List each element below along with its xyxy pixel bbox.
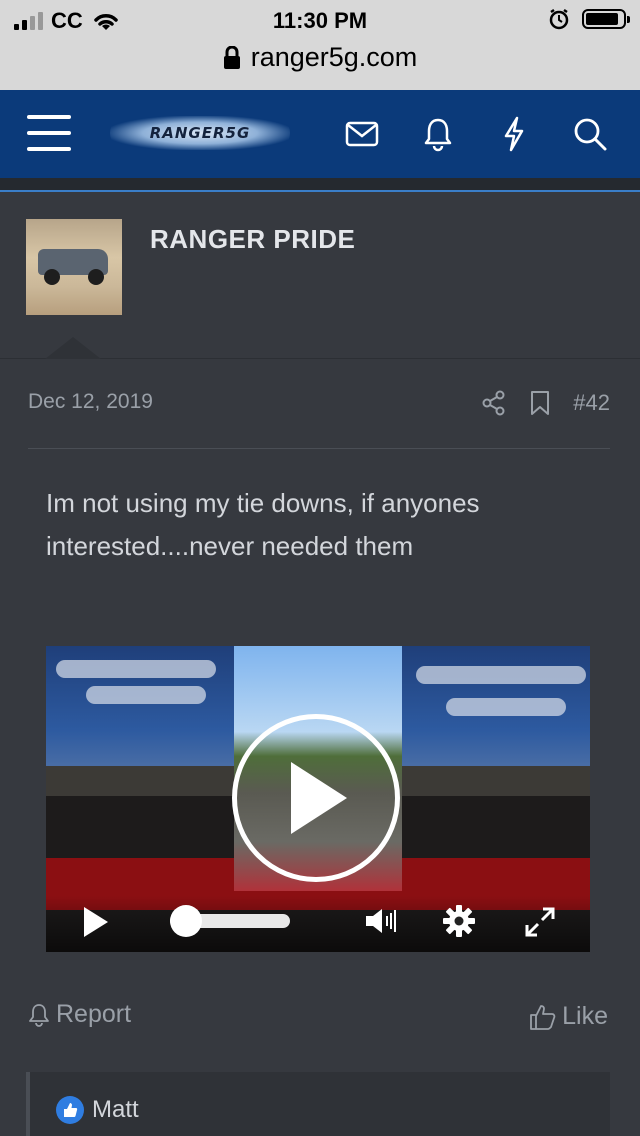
bell-icon — [29, 1003, 49, 1027]
play-button-large[interactable] — [232, 714, 400, 882]
bookmark-icon[interactable] — [529, 390, 551, 416]
settings-gear-icon[interactable] — [442, 904, 476, 938]
author-username[interactable]: RANGER PRIDE — [150, 224, 355, 255]
thumbs-up-icon — [530, 1004, 556, 1030]
post-meta: Dec 12, 2019 #42 — [28, 390, 610, 420]
report-button[interactable]: Report — [28, 1000, 131, 1029]
envelope-icon[interactable] — [342, 114, 382, 154]
lock-icon — [223, 45, 240, 69]
meta-divider — [28, 448, 610, 449]
site-logo[interactable]: RANGER5G — [110, 116, 290, 150]
like-button[interactable]: Like — [528, 1002, 608, 1031]
play-control-icon[interactable] — [82, 905, 110, 939]
bell-icon[interactable] — [418, 114, 458, 154]
report-label: Report — [56, 1000, 132, 1028]
avatar[interactable] — [26, 219, 122, 315]
play-icon — [291, 762, 347, 834]
post-number[interactable]: #42 — [573, 390, 610, 416]
author-arrow — [45, 337, 101, 359]
fullscreen-icon[interactable] — [524, 906, 556, 938]
header-divider — [0, 178, 640, 192]
like-label: Like — [562, 1002, 608, 1030]
video-controls — [46, 896, 590, 952]
address-bar[interactable]: ranger5g.com — [0, 42, 640, 73]
volume-icon[interactable] — [364, 906, 398, 936]
reactions-bar[interactable]: Matt — [26, 1072, 610, 1136]
url-text: ranger5g.com — [250, 42, 418, 72]
volume-knob[interactable] — [170, 905, 202, 937]
post-meta-actions: #42 — [481, 390, 610, 416]
post-message: Im not using my tie downs, if anyones in… — [46, 488, 480, 561]
share-icon[interactable] — [481, 390, 507, 416]
search-icon[interactable] — [570, 114, 610, 154]
clock: 11:30 PM — [272, 8, 368, 33]
like-reaction-icon — [56, 1096, 84, 1124]
lightning-icon[interactable] — [494, 114, 534, 154]
site-header — [0, 90, 640, 178]
alarm-icon — [549, 8, 569, 30]
post-date[interactable]: Dec 12, 2019 — [28, 390, 153, 413]
status-right — [548, 8, 630, 30]
post-actions: Report Like — [28, 1000, 608, 1034]
reactor-name[interactable]: Matt — [92, 1096, 139, 1124]
battery-icon — [582, 9, 630, 29]
menu-icon[interactable] — [27, 115, 71, 151]
